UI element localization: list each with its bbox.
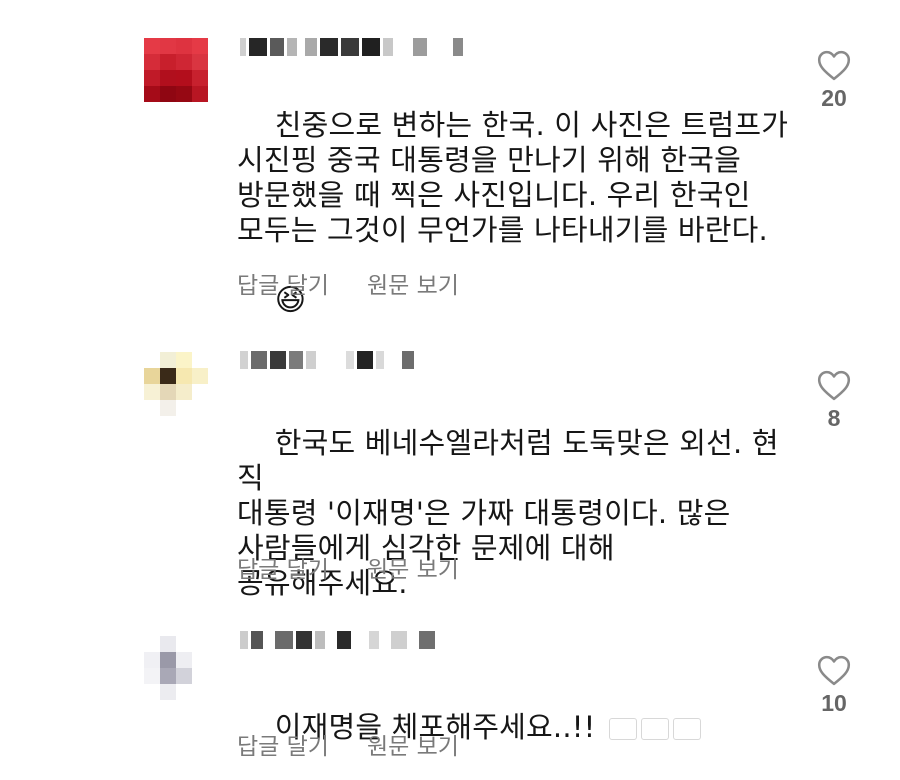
username-blurred[interactable] bbox=[240, 350, 417, 370]
comment-body: 친중으로 변하는 한국. 이 사진은 트럼프가 시진핑 중국 대통령을 만나기 … bbox=[237, 108, 789, 247]
heart-outline-icon[interactable] bbox=[817, 655, 851, 686]
username-blurred[interactable] bbox=[240, 630, 438, 650]
avatar[interactable] bbox=[144, 636, 208, 700]
comment-actions: 답글 달기 원문 보기 bbox=[237, 550, 459, 584]
comment-actions: 답글 달기 원문 보기 bbox=[237, 727, 459, 761]
reply-button[interactable]: 답글 달기 bbox=[237, 266, 329, 300]
like-count: 8 bbox=[827, 405, 841, 431]
avatar[interactable] bbox=[144, 352, 208, 416]
heart-outline-icon[interactable] bbox=[817, 370, 851, 401]
reply-button[interactable]: 답글 달기 bbox=[237, 727, 329, 761]
comment-text: 한국도 베네수엘라처럼 도둑맞은 외선. 현직 대통령 '이재명'은 가짜 대통… bbox=[237, 391, 797, 636]
like-count: 10 bbox=[821, 690, 847, 716]
comment-text: 친중으로 변하는 한국. 이 사진은 트럼프가 시진핑 중국 대통령을 만나기 … bbox=[237, 73, 797, 353]
see-original-button[interactable]: 원문 보기 bbox=[367, 550, 459, 584]
avatar[interactable] bbox=[144, 38, 208, 102]
like-count: 20 bbox=[821, 85, 847, 111]
us-flag-icon bbox=[640, 718, 669, 740]
jp-flag-icon bbox=[672, 718, 701, 740]
see-original-button[interactable]: 원문 보기 bbox=[367, 727, 459, 761]
username-blurred[interactable] bbox=[240, 37, 466, 57]
kr-flag-icon bbox=[608, 718, 637, 740]
heart-outline-icon[interactable] bbox=[817, 50, 851, 81]
reply-button[interactable]: 답글 달기 bbox=[237, 550, 329, 584]
like-group: 8 bbox=[814, 370, 854, 432]
like-group: 10 bbox=[814, 655, 854, 717]
see-original-button[interactable]: 원문 보기 bbox=[367, 266, 459, 300]
like-group: 20 bbox=[814, 50, 854, 112]
comment-actions: 답글 달기 원문 보기 bbox=[237, 266, 459, 300]
